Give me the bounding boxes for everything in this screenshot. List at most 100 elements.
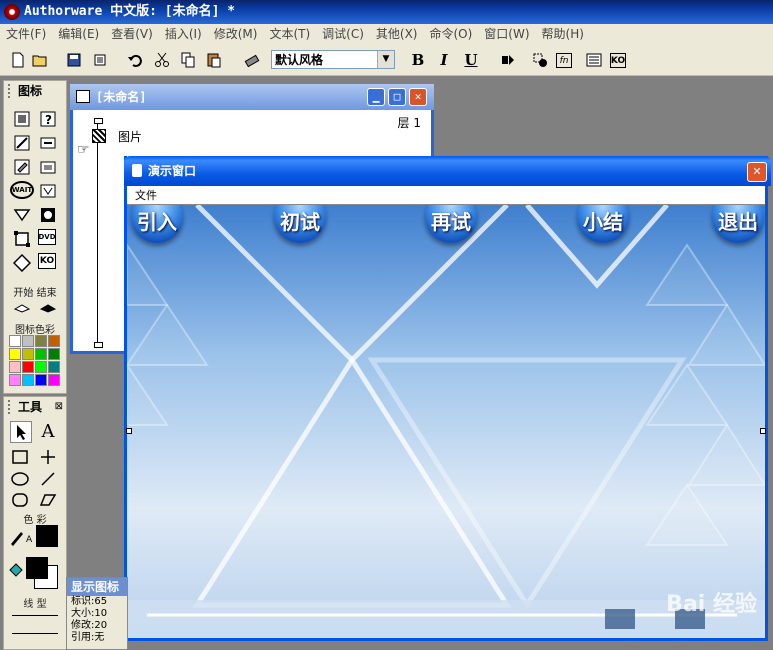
- presentation-window-titlebar: 演示窗口 ✕: [124, 156, 771, 186]
- line-style-thin[interactable]: [12, 615, 58, 616]
- tools-palette-title: 工具 ⊠: [4, 397, 66, 417]
- selection-handle-right[interactable]: [760, 428, 766, 434]
- menu-window[interactable]: 窗口(W): [478, 24, 535, 45]
- color-label: 色 彩: [23, 515, 47, 526]
- cut-icon[interactable]: [152, 50, 172, 70]
- menu-modify[interactable]: 修改(M): [208, 24, 264, 45]
- rounded-rectangle-tool-icon[interactable]: [10, 490, 30, 510]
- minimize-button[interactable]: ▁: [367, 88, 385, 106]
- color-swatch[interactable]: [22, 361, 34, 373]
- menu-command[interactable]: 命令(O): [423, 24, 478, 45]
- presentation-window: 演示窗口 ✕ 文件 引入 初试 再试 小结 退出 Bai 经验: [124, 156, 771, 641]
- chevron-down-icon[interactable]: ▼: [377, 51, 394, 68]
- line-color-swatch[interactable]: [36, 525, 58, 547]
- text-tool-icon[interactable]: A: [38, 421, 58, 442]
- copy-icon[interactable]: [178, 50, 198, 70]
- diagonal-line-tool-icon[interactable]: [38, 469, 58, 489]
- svg-text:?: ?: [45, 113, 52, 127]
- selection-handle-left[interactable]: [126, 428, 132, 434]
- color-swatch[interactable]: [35, 361, 47, 373]
- property-size: 大小:10: [71, 608, 108, 619]
- run-icon[interactable]: [498, 50, 518, 70]
- menu-other[interactable]: 其他(X): [370, 24, 424, 45]
- underline-button[interactable]: U: [461, 50, 481, 70]
- flowline: [97, 122, 98, 344]
- knowledge-objects-icon[interactable]: KO: [610, 53, 626, 68]
- control-panel-icon[interactable]: [530, 50, 550, 70]
- color-swatch[interactable]: [9, 348, 21, 360]
- line-style-medium[interactable]: [12, 633, 58, 634]
- menu-file[interactable]: 文件(F): [0, 24, 52, 45]
- calculation-icon[interactable]: [38, 133, 58, 153]
- icons-palette-title: 图标: [4, 81, 66, 101]
- color-swatch[interactable]: [35, 348, 47, 360]
- pen-color-icon[interactable]: [8, 527, 28, 547]
- new-file-icon[interactable]: [8, 50, 28, 70]
- paste-icon[interactable]: [204, 50, 224, 70]
- color-swatch[interactable]: [9, 335, 21, 347]
- wait-icon[interactable]: WAIT: [10, 181, 34, 199]
- menu-debug[interactable]: 调试(C): [316, 24, 370, 45]
- presentation-menu-file[interactable]: 文件: [135, 189, 157, 202]
- start-flag-icon[interactable]: [12, 298, 32, 318]
- menu-help[interactable]: 帮助(H): [536, 24, 590, 45]
- color-swatch[interactable]: [22, 348, 34, 360]
- functions-icon[interactable]: fn: [556, 53, 572, 68]
- menu-text[interactable]: 文本(T): [263, 24, 316, 45]
- flowline-window-icon: [76, 90, 90, 103]
- close-button[interactable]: ✕: [747, 162, 767, 182]
- framework-icon[interactable]: [12, 229, 32, 249]
- color-swatch[interactable]: [48, 361, 60, 373]
- close-button[interactable]: ✕: [409, 88, 427, 106]
- color-swatch[interactable]: [22, 335, 34, 347]
- find-icon[interactable]: [242, 50, 262, 70]
- color-swatch[interactable]: [48, 348, 60, 360]
- menu-view[interactable]: 查看(V): [105, 24, 159, 45]
- interaction-icon[interactable]: ?: [38, 109, 58, 129]
- color-swatch[interactable]: [48, 335, 60, 347]
- pointer-tool-icon[interactable]: [10, 421, 32, 443]
- variables-icon[interactable]: [584, 50, 604, 70]
- map-icon[interactable]: [38, 157, 58, 177]
- flowline-icon-label[interactable]: 图片: [118, 128, 142, 145]
- color-swatch[interactable]: [22, 374, 34, 386]
- navigate-icon[interactable]: [12, 205, 32, 225]
- foreground-color-swatch[interactable]: [26, 557, 48, 579]
- end-flag-icon[interactable]: [38, 298, 58, 318]
- display-icon[interactable]: [12, 109, 32, 129]
- save-icon[interactable]: [64, 50, 84, 70]
- erase-icon[interactable]: [12, 157, 32, 177]
- ellipse-tool-icon[interactable]: [10, 469, 30, 489]
- menu-edit[interactable]: 编辑(E): [52, 24, 105, 45]
- maximize-button[interactable]: □: [388, 88, 406, 106]
- italic-button[interactable]: I: [434, 50, 454, 70]
- motion-icon[interactable]: [12, 133, 32, 153]
- digital-movie-icon[interactable]: [38, 181, 58, 201]
- app-title-bar: Authorware 中文版: [未命名] *: [0, 0, 773, 24]
- style-select[interactable]: 默认风格 ▼: [271, 50, 395, 69]
- knowledge-object-icon[interactable]: KO: [38, 253, 56, 269]
- presentation-scene: 引入 初试 再试 小结 退出 Bai 经验: [127, 205, 765, 638]
- bold-button[interactable]: B: [408, 50, 428, 70]
- color-swatch[interactable]: [48, 374, 60, 386]
- sound-icon[interactable]: [38, 205, 58, 225]
- rectangle-tool-icon[interactable]: [10, 447, 30, 467]
- start-end-flags-label: 开始 结束: [13, 288, 57, 299]
- display-icon[interactable]: [92, 129, 106, 143]
- color-swatch[interactable]: [35, 374, 47, 386]
- color-swatch[interactable]: [35, 335, 47, 347]
- color-swatch[interactable]: [9, 374, 21, 386]
- dvd-icon[interactable]: DVD: [38, 229, 56, 245]
- menu-insert[interactable]: 插入(I): [159, 24, 208, 45]
- app-title: Authorware 中文版: [未命名] *: [24, 4, 236, 19]
- menu-bar: 文件(F) 编辑(E) 查看(V) 插入(I) 修改(M) 文本(T) 调试(C) 其他(X)…: [0, 24, 773, 45]
- straight-line-tool-icon[interactable]: [38, 447, 58, 467]
- undo-icon[interactable]: [125, 50, 145, 70]
- open-folder-icon[interactable]: [30, 50, 50, 70]
- import-icon[interactable]: [90, 50, 110, 70]
- polygon-tool-icon[interactable]: [38, 490, 58, 510]
- decision-icon[interactable]: [12, 253, 32, 273]
- close-icon[interactable]: ⊠: [55, 397, 63, 417]
- color-swatch[interactable]: [9, 361, 21, 373]
- fill-bucket-icon[interactable]: [6, 561, 26, 581]
